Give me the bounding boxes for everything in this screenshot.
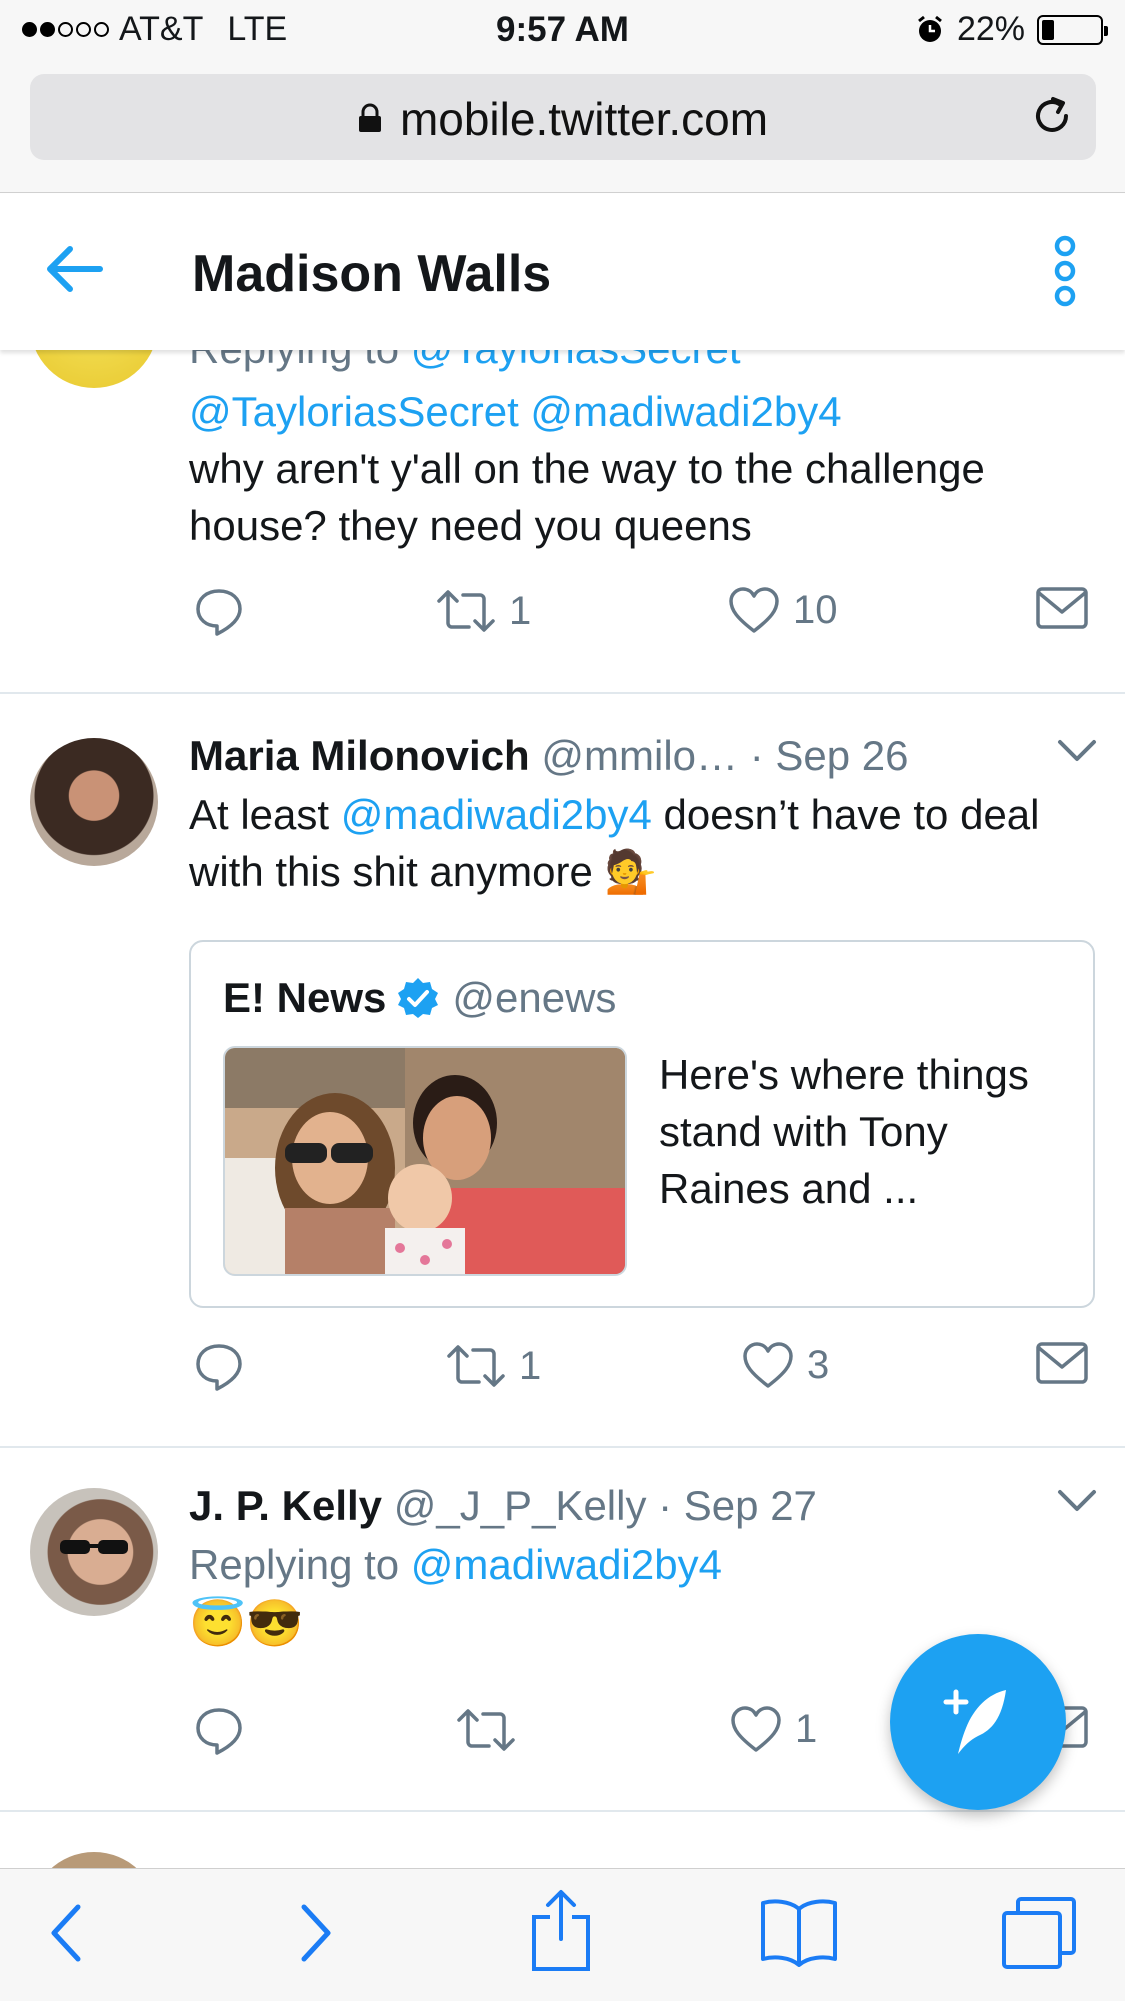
retweet-button[interactable]: 1 (435, 585, 531, 637)
direct-message-button[interactable] (1035, 1340, 1089, 1386)
bookmarks-icon[interactable] (758, 1895, 840, 1967)
quoted-author-name: E! News (223, 974, 387, 1021)
retweet-button[interactable]: 1 (445, 1340, 541, 1392)
direct-message-button[interactable] (1035, 585, 1089, 631)
author-handle[interactable]: @_J_P_Kelly (394, 1482, 647, 1529)
mention-link[interactable]: @TayloriasSecret (189, 388, 519, 435)
tweet-actions: 1 10 (189, 585, 1094, 645)
retweet-icon (437, 590, 495, 632)
like-button[interactable]: 3 (741, 1340, 829, 1390)
author-name[interactable]: Maria Milonovich (189, 732, 530, 779)
battery-icon (1037, 14, 1108, 45)
quoted-tweet-text: Here's where things stand with Tony Rain… (659, 1051, 1029, 1212)
replying-to-link[interactable]: @madiwadi2by4 (411, 1541, 722, 1588)
share-icon[interactable] (528, 1887, 594, 1973)
tweet-actions: 1 3 (189, 1340, 1094, 1400)
compose-tweet-icon (943, 1689, 1006, 1754)
tweet-text: @TayloriasSecret @madiwadi2by4 why aren'… (189, 388, 985, 549)
reply-icon (196, 1708, 242, 1755)
retweet-count: 1 (519, 1343, 542, 1388)
page-title: Madison Walls (192, 245, 552, 303)
like-count: 3 (807, 1342, 830, 1387)
reply-button[interactable] (193, 1340, 245, 1392)
verified-badge-icon (398, 978, 439, 1018)
chevron-down-icon[interactable] (1057, 738, 1097, 764)
address-bar[interactable]: mobile.twitter.com (30, 74, 1096, 160)
reply-icon (196, 589, 242, 636)
chevron-down-icon[interactable] (1057, 1488, 1097, 1514)
tweet-date[interactable]: · Sep 27 (658, 1482, 817, 1529)
lock-icon (358, 103, 381, 132)
tweet-item[interactable]: Maria Milonovich @mmilo… · Sep 26 At lea… (0, 694, 1125, 1448)
reply-icon (196, 1344, 242, 1391)
like-count: 1 (795, 1706, 818, 1751)
mention-link[interactable]: @madiwadi2by4 (530, 388, 841, 435)
envelope-icon (1036, 587, 1088, 629)
envelope-icon (1036, 1342, 1088, 1384)
compose-tweet-button[interactable] (890, 1634, 1066, 1810)
browser-chrome: mobile.twitter.com (0, 62, 1125, 193)
alarm-icon (918, 15, 942, 42)
tweet-item[interactable]: Replying to @TayloriasSecret @TayloriasS… (0, 260, 1125, 694)
retweet-count: 1 (509, 588, 532, 633)
tweet-meta: Maria Milonovich @mmilo… · Sep 26 (189, 730, 1097, 782)
status-bar: AT&T LTE 9:57 AM 22% (0, 0, 1125, 62)
url-text: mobile.twitter.com (399, 93, 769, 145)
tweet-text: At least @madiwadi2by4 doesn’t have to d… (189, 791, 1040, 895)
author-name[interactable]: J. P. Kelly (189, 1482, 382, 1529)
more-options-icon[interactable] (1051, 234, 1079, 308)
tweet-meta: J. P. Kelly @_J_P_Kelly · Sep 27 (189, 1480, 1097, 1532)
replying-to: Replying to @madiwadi2by4 (189, 1541, 722, 1588)
heart-icon (729, 587, 779, 633)
avatar[interactable] (30, 1488, 158, 1616)
forward-icon[interactable] (296, 1897, 336, 1969)
back-arrow-icon[interactable] (44, 244, 104, 294)
tweet-date[interactable]: · Sep 26 (750, 732, 909, 779)
avatar[interactable] (30, 738, 158, 866)
retweet-button[interactable] (455, 1704, 517, 1756)
reply-button[interactable] (193, 585, 245, 637)
like-button[interactable]: 1 (729, 1704, 817, 1754)
like-button[interactable]: 10 (727, 585, 838, 635)
tabs-icon[interactable] (1000, 1895, 1078, 1971)
quoted-tweet-card[interactable]: E! News @enews Here's where things stand… (189, 940, 1095, 1308)
reply-button[interactable] (193, 1704, 245, 1756)
back-icon[interactable] (46, 1897, 86, 1969)
browser-toolbar (0, 1868, 1125, 2001)
quoted-tweet-image[interactable] (223, 1046, 627, 1276)
retweet-icon (457, 1709, 515, 1751)
heart-icon (743, 1342, 793, 1388)
like-count: 10 (793, 587, 838, 632)
profile-header: Madison Walls (0, 194, 1125, 350)
quoted-author-handle: @enews (452, 974, 617, 1021)
retweet-icon (447, 1345, 505, 1387)
battery-percent: 22% (956, 10, 1025, 48)
reload-icon[interactable] (1030, 94, 1074, 138)
mention-link[interactable]: @madiwadi2by4 (341, 791, 652, 838)
author-handle[interactable]: @mmilo… (541, 732, 738, 779)
heart-icon (731, 1706, 781, 1752)
